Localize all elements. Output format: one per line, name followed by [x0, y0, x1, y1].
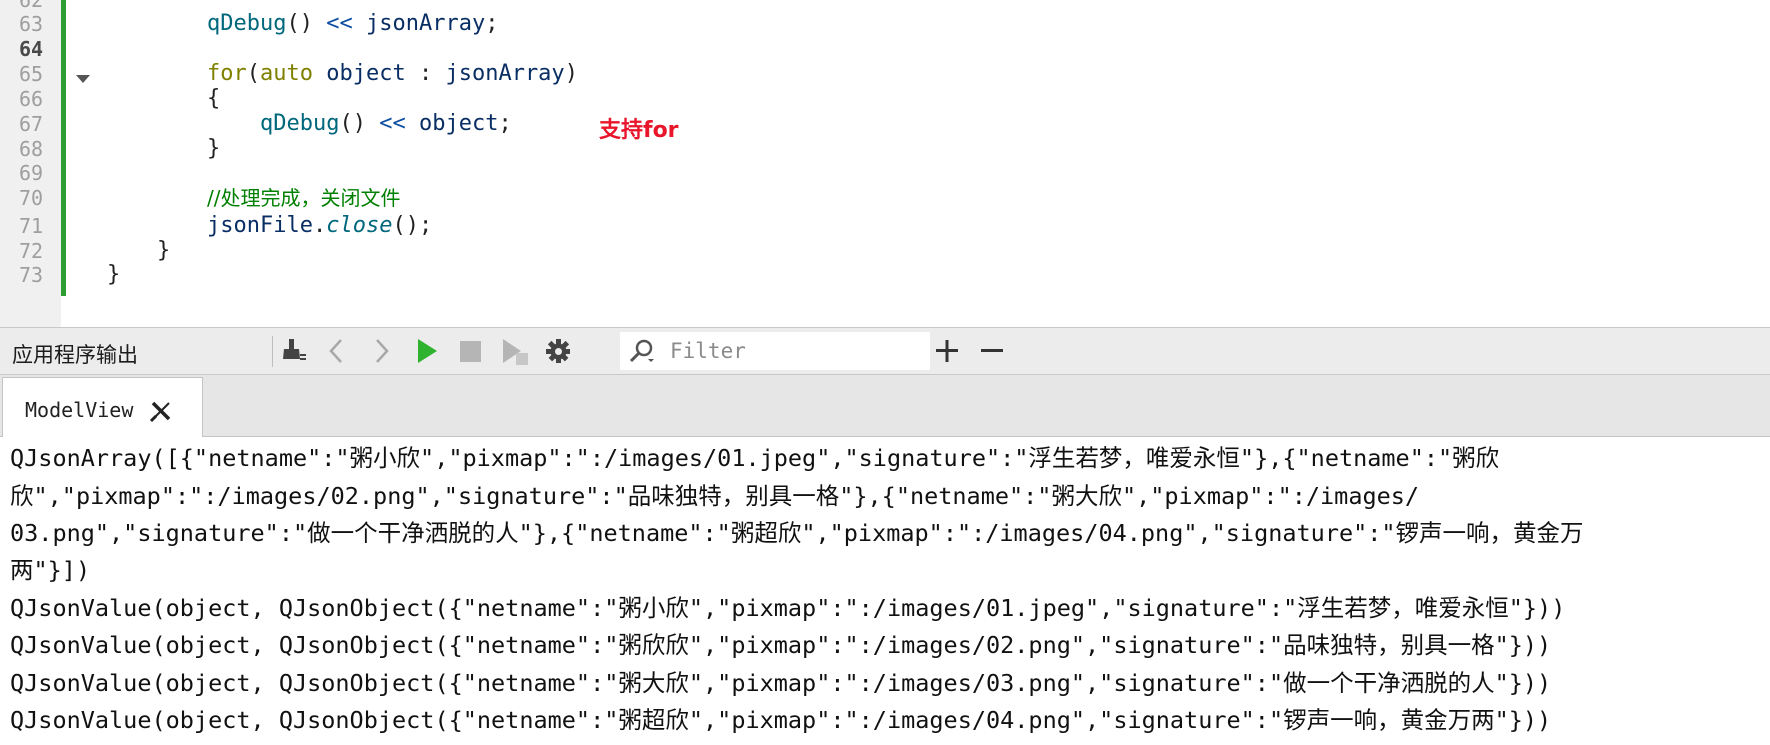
code-token: close: [326, 213, 393, 238]
forward-arrow-icon[interactable]: [364, 334, 398, 368]
run-icon[interactable]: [409, 334, 443, 368]
code-token: auto: [260, 61, 313, 86]
code-token: jsonArray: [445, 61, 565, 86]
line-number: 69: [18, 161, 44, 185]
filter-box[interactable]: [620, 332, 930, 370]
toolbar-separator: [272, 336, 273, 367]
tab-modelview[interactable]: ModelView: [2, 377, 203, 437]
code-token: }: [107, 262, 121, 287]
code-token: }: [207, 136, 221, 161]
stop-icon[interactable]: [453, 334, 487, 368]
code-token: jsonFile: [207, 213, 313, 238]
gear-icon[interactable]: [541, 334, 575, 368]
output-line: 两"}]): [10, 556, 91, 584]
line-number-current: 64: [18, 37, 44, 61]
code-token: (): [286, 11, 327, 36]
code-line[interactable]: qDebug() << object;: [207, 110, 512, 138]
fold-arrow-icon[interactable]: [76, 75, 90, 83]
clear-icon[interactable]: [277, 334, 311, 368]
code-token: ): [564, 61, 578, 86]
output-line: QJsonValue(object, QJsonObject({"netname…: [10, 631, 1552, 659]
code-token: <<: [326, 11, 353, 36]
output-line: 欣","pixmap":":/images/02.png","signature…: [10, 482, 1420, 510]
line-number: 73: [18, 263, 44, 287]
output-line: 03.png","signature":"做一个干净洒脱的人"},{"netna…: [10, 519, 1584, 547]
pane-title: 应用程序输出: [12, 343, 138, 367]
tab-label: ModelView: [25, 398, 134, 422]
code-line[interactable]: }: [107, 261, 120, 289]
code-line[interactable]: jsonFile.close();: [207, 212, 432, 240]
code-line[interactable]: for(auto object : jsonArray): [207, 60, 578, 88]
line-number: 66: [18, 87, 44, 111]
filter-input[interactable]: [670, 336, 920, 366]
back-arrow-icon[interactable]: [320, 334, 354, 368]
application-output[interactable]: QJsonArray([{"netname":"粥小欣","pixmap":":…: [0, 437, 1770, 745]
code-token: ();: [392, 213, 433, 238]
code-token: //处理完成，关闭文件: [207, 186, 401, 210]
line-number: 63: [18, 12, 44, 36]
code-token: .: [312, 213, 327, 238]
code-line[interactable]: //处理完成，关闭文件: [207, 184, 400, 212]
output-line: QJsonValue(object, QJsonObject({"netname…: [10, 706, 1552, 734]
code-token: (): [339, 111, 380, 136]
output-line: QJsonValue(object, QJsonObject({"netname…: [10, 669, 1552, 697]
code-token: }: [157, 238, 171, 263]
output-pane-toolbar: 应用程序输出: [0, 327, 1770, 375]
code-line[interactable]: qDebug() << jsonArray;: [207, 10, 498, 38]
code-token: {: [207, 86, 221, 111]
code-token: <<: [379, 111, 406, 136]
line-number: 70: [18, 186, 44, 210]
output-tab-bar: ModelView: [0, 375, 1770, 437]
minus-icon[interactable]: [975, 334, 1009, 368]
search-icon[interactable]: [626, 334, 660, 368]
code-editor[interactable]: 62 63 64 65 66 67 68 69 70 71 72 73 qDeb…: [0, 0, 1770, 327]
code-line[interactable]: {: [207, 85, 220, 113]
output-line: QJsonArray([{"netname":"粥小欣","pixmap":":…: [10, 444, 1500, 472]
output-line: QJsonValue(object, QJsonObject({"netname…: [10, 594, 1566, 622]
code-token: (: [246, 61, 260, 86]
code-line[interactable]: }: [207, 135, 220, 163]
code-token: qDebug: [259, 111, 340, 136]
code-token: qDebug: [207, 11, 287, 36]
code-token: object: [326, 61, 406, 86]
close-icon[interactable]: [148, 398, 174, 424]
line-number: 67: [18, 112, 44, 136]
attach-icon[interactable]: [497, 334, 531, 368]
code-token: jsonArray: [365, 11, 486, 36]
line-number: 71: [18, 214, 44, 238]
code-token: object: [418, 111, 499, 136]
line-number: 65: [18, 62, 44, 86]
annotation-label: 支持for: [599, 118, 679, 143]
code-line[interactable]: }: [157, 237, 170, 265]
code-token: :: [405, 61, 446, 86]
code-token: ;: [498, 111, 512, 136]
code-token: ;: [485, 11, 499, 36]
code-token: for: [207, 61, 247, 86]
plus-icon[interactable]: [930, 334, 964, 368]
